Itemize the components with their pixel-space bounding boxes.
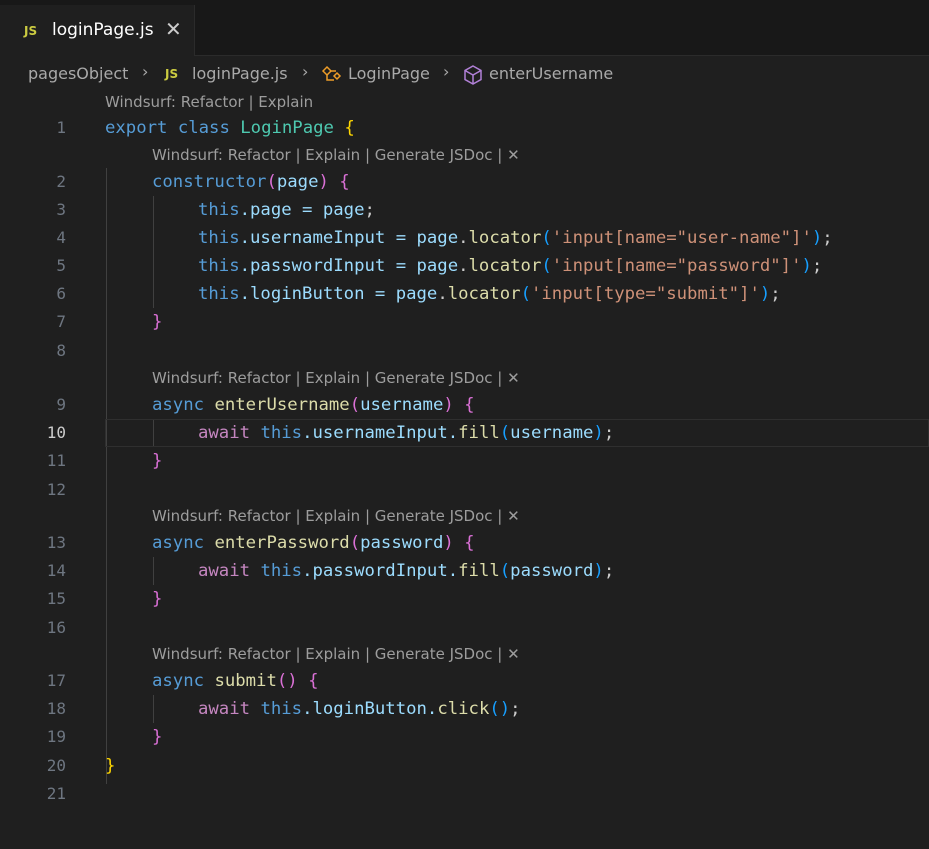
line-number: 3: [56, 200, 66, 219]
code-line: 15 }: [0, 585, 929, 613]
code-line: 4 this.usernameInput = page.locator('inp…: [0, 224, 929, 252]
codelens-text[interactable]: Windsurf: Refactor | Explain | Generate …: [152, 146, 502, 164]
line-number: 19: [46, 727, 66, 746]
code-line: 18 await this.loginButton.click();: [0, 695, 929, 723]
line-number: 1: [56, 118, 66, 137]
code-text: await this.loginButton.click();: [198, 699, 521, 719]
line-number: 21: [46, 784, 66, 803]
code-text: }: [152, 312, 163, 332]
codelens-text[interactable]: Windsurf: Refactor | Explain: [105, 93, 313, 111]
line-number: 9: [56, 395, 66, 414]
js-file-icon: JS: [165, 67, 179, 81]
code-editor[interactable]: Windsurf: Refactor | Explain Windsurf: R…: [0, 92, 929, 849]
chevron-right-icon: ›: [443, 62, 450, 81]
line-number: 18: [46, 699, 66, 718]
line-number: 11: [46, 451, 66, 470]
code-line: 3 this.page = page;: [0, 196, 929, 224]
code-line: 21: [0, 780, 929, 808]
close-icon[interactable]: ✕: [507, 146, 520, 164]
breadcrumb-file[interactable]: loginPage.js: [192, 64, 288, 83]
close-icon[interactable]: ✕: [165, 17, 182, 41]
tab-loginpage-js[interactable]: JS loginPage.js ✕: [0, 5, 195, 56]
line-number: 10: [46, 423, 66, 442]
codelens-text[interactable]: Windsurf: Refactor | Explain | Generate …: [152, 369, 502, 387]
line-number: 6: [56, 284, 66, 303]
chevron-right-icon: ›: [142, 62, 149, 81]
code-line: 2 constructor(page) {: [0, 168, 929, 196]
code-text: }: [152, 451, 163, 471]
code-text: await this.usernameInput.fill(username);: [198, 423, 615, 443]
code-line: 12: [0, 476, 929, 504]
breadcrumb-class[interactable]: LoginPage: [348, 64, 430, 83]
code-text: await this.passwordInput.fill(password);: [198, 561, 615, 581]
codelens-enterusername[interactable]: Windsurf: Refactor | Explain | Generate …: [152, 369, 520, 387]
code-text: constructor(page) {: [152, 172, 350, 192]
code-text: }: [152, 589, 163, 609]
code-line: 13 async enterPassword(password) {: [0, 529, 929, 557]
code-line: 6 this.loginButton = page.locator('input…: [0, 280, 929, 308]
breadcrumb: pagesObject › JS loginPage.js › LoginPag…: [0, 56, 929, 92]
tab-label: loginPage.js: [52, 20, 154, 40]
line-number: 17: [46, 671, 66, 690]
codelens-constructor[interactable]: Windsurf: Refactor | Explain | Generate …: [152, 146, 520, 164]
method-cube-icon: [464, 65, 482, 85]
codelens-submit[interactable]: Windsurf: Refactor | Explain | Generate …: [152, 645, 520, 663]
codelens-class[interactable]: Windsurf: Refactor | Explain: [105, 93, 313, 111]
line-number: 8: [56, 341, 66, 360]
line-number: 16: [46, 618, 66, 637]
codelens-text[interactable]: Windsurf: Refactor | Explain | Generate …: [152, 645, 502, 663]
breadcrumb-folder[interactable]: pagesObject: [28, 64, 128, 83]
code-text: async submit() {: [152, 671, 319, 691]
code-line-active: 10 await this.usernameInput.fill(usernam…: [0, 419, 929, 447]
line-number: 20: [46, 756, 66, 775]
code-text: }: [152, 727, 163, 747]
line-number: 5: [56, 256, 66, 275]
code-line: 7 }: [0, 308, 929, 336]
breadcrumb-method[interactable]: enterUsername: [489, 64, 613, 83]
line-number: 14: [46, 561, 66, 580]
code-line: 17 async submit() {: [0, 667, 929, 695]
code-line: 16: [0, 614, 929, 642]
class-icon: [321, 65, 342, 81]
close-icon[interactable]: ✕: [507, 645, 520, 663]
code-text: this.loginButton = page.locator('input[t…: [198, 284, 781, 304]
js-file-icon: JS: [24, 24, 38, 38]
line-number: 7: [56, 312, 66, 331]
line-number: 12: [46, 480, 66, 499]
code-text: }: [105, 756, 116, 776]
code-line: 1 export class LoginPage {: [0, 114, 929, 142]
code-line: 20 }: [0, 752, 929, 780]
line-number: 15: [46, 589, 66, 608]
codelens-enterpassword[interactable]: Windsurf: Refactor | Explain | Generate …: [152, 507, 520, 525]
code-text: this.passwordInput = page.locator('input…: [198, 256, 823, 276]
code-text: async enterPassword(password) {: [152, 533, 475, 553]
code-line: 8: [0, 337, 929, 365]
code-text: this.page = page;: [198, 200, 375, 220]
code-line: 19 }: [0, 723, 929, 751]
code-text: export class LoginPage {: [105, 118, 355, 138]
code-line: 14 await this.passwordInput.fill(passwor…: [0, 557, 929, 585]
line-number: 2: [56, 172, 66, 191]
close-icon[interactable]: ✕: [507, 369, 520, 387]
line-number: 4: [56, 228, 66, 247]
code-text: this.usernameInput = page.locator('input…: [198, 228, 833, 248]
code-line: 9 async enterUsername(username) {: [0, 391, 929, 419]
codelens-text[interactable]: Windsurf: Refactor | Explain | Generate …: [152, 507, 502, 525]
tab-bar: JS loginPage.js ✕: [0, 0, 929, 56]
line-number: 13: [46, 533, 66, 552]
close-icon[interactable]: ✕: [507, 507, 520, 525]
code-line: 5 this.passwordInput = page.locator('inp…: [0, 252, 929, 280]
chevron-right-icon: ›: [302, 62, 309, 81]
code-line: 11 }: [0, 447, 929, 475]
code-text: async enterUsername(username) {: [152, 395, 475, 415]
